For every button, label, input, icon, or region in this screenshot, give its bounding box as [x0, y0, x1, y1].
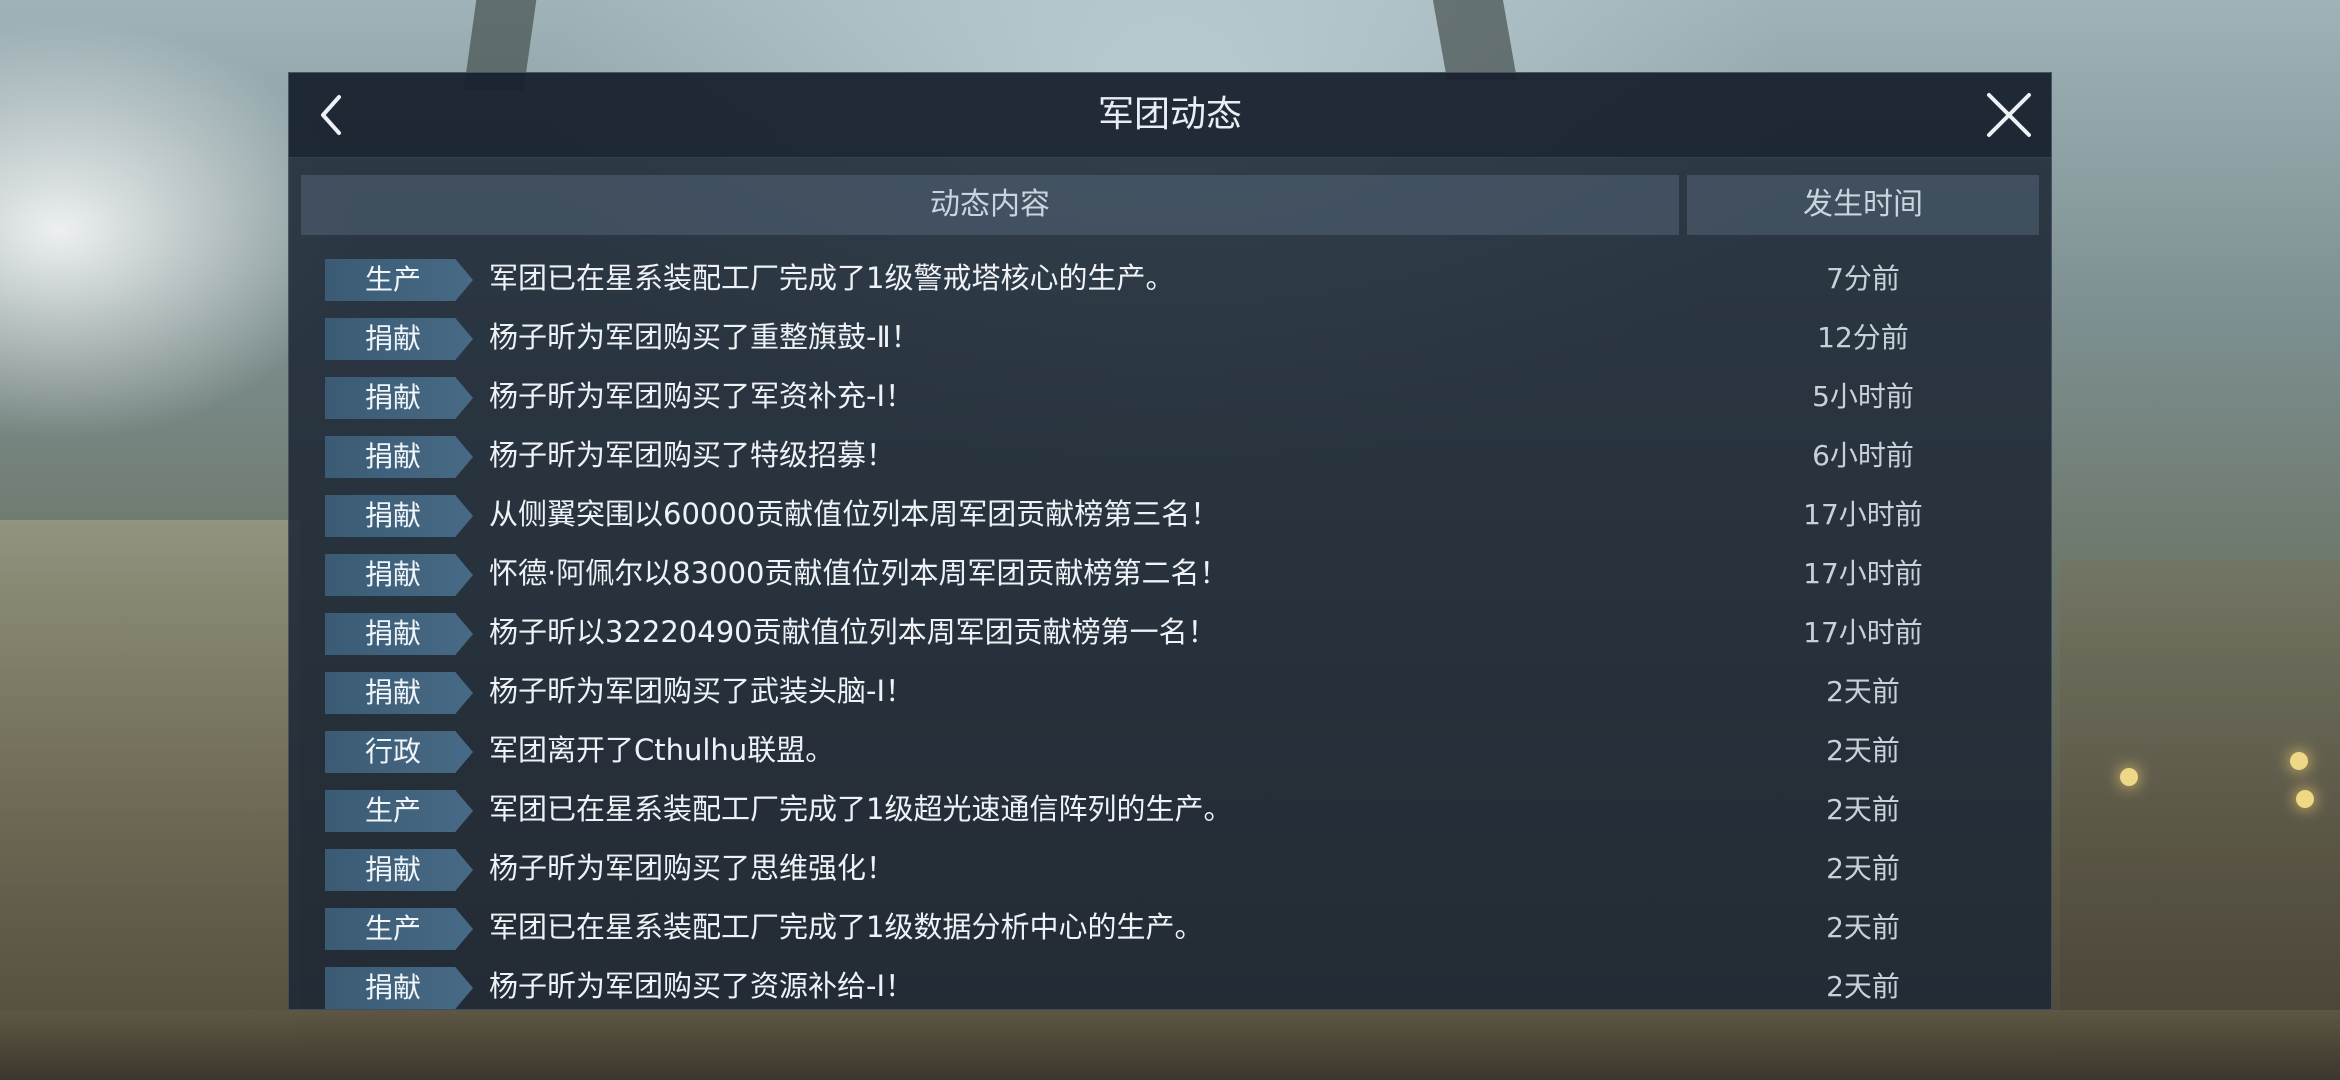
activity-time: 7分前	[1826, 262, 1900, 295]
activity-row: 捐献 杨子昕为军团购买了军资补充-Ⅰ！ 5小时前	[289, 367, 2051, 426]
background-structure	[0, 520, 300, 1080]
activity-row: 捐献 从侧翼突围以60000贡献值位列本周军团贡献榜第三名！ 17小时前	[289, 485, 2051, 544]
activity-row: 捐献 杨子昕为军团购买了重整旗鼓-Ⅱ！ 12分前	[289, 308, 2051, 367]
category-tag: 捐献	[325, 377, 473, 419]
activity-text: 从侧翼突围以60000贡献值位列本周军团贡献榜第三名！	[489, 497, 1220, 531]
background-ground	[0, 1010, 2340, 1080]
category-tag: 捐献	[325, 436, 473, 478]
category-tag: 生产	[325, 908, 473, 950]
activity-text: 军团已在星系装配工厂完成了1级数据分析中心的生产。	[489, 910, 1204, 944]
table-header: 动态内容 发生时间	[301, 175, 2039, 235]
legion-activity-panel: 军团动态 动态内容 发生时间 生产 军团已在星系装配工厂完成了1级警戒塔核心的生…	[288, 72, 2052, 1010]
activity-time: 12分前	[1817, 321, 1909, 354]
background-structure	[2060, 560, 2340, 1080]
column-header-time: 发生时间	[1687, 175, 2039, 235]
activity-text: 杨子昕以32220490贡献值位列本周军团贡献榜第一名！	[489, 615, 1217, 649]
activity-row: 捐献 杨子昕为军团购买了思维强化！ 2天前	[289, 839, 2051, 898]
activity-time: 2天前	[1826, 970, 1900, 1003]
background-light	[2296, 790, 2314, 808]
background-light	[2120, 768, 2138, 786]
activity-time: 17小时前	[1803, 616, 1923, 649]
activity-text: 怀德·阿佩尔以83000贡献值位列本周军团贡献榜第二名！	[489, 556, 1229, 590]
activity-time: 2天前	[1826, 911, 1900, 944]
activity-text: 杨子昕为军团购买了资源补给-Ⅰ！	[489, 969, 915, 1003]
activity-text: 杨子昕为军团购买了重整旗鼓-Ⅱ！	[489, 320, 920, 354]
activity-text: 军团已在星系装配工厂完成了1级警戒塔核心的生产。	[489, 261, 1175, 295]
activity-text: 杨子昕为军团购买了军资补充-Ⅰ！	[489, 379, 915, 413]
background-pillar	[1432, 0, 1518, 80]
activity-row: 行政 军团离开了Cthulhu联盟。 2天前	[289, 721, 2051, 780]
activity-time: 2天前	[1826, 793, 1900, 826]
activity-row: 捐献 杨子昕为军团购买了资源补给-Ⅰ！ 2天前	[289, 957, 2051, 1009]
category-tag: 捐献	[325, 495, 473, 537]
activity-row: 生产 军团已在星系装配工厂完成了1级超光速通信阵列的生产。 2天前	[289, 780, 2051, 839]
column-header-content: 动态内容	[301, 175, 1679, 235]
close-button[interactable]	[1979, 85, 2039, 145]
activity-row: 生产 军团已在星系装配工厂完成了1级数据分析中心的生产。 2天前	[289, 898, 2051, 957]
activity-row: 捐献 怀德·阿佩尔以83000贡献值位列本周军团贡献榜第二名！ 17小时前	[289, 544, 2051, 603]
activity-text: 杨子昕为军团购买了思维强化！	[489, 851, 896, 885]
category-tag: 捐献	[325, 554, 473, 596]
chevron-left-icon	[321, 95, 341, 135]
activity-text: 杨子昕为军团购买了武装头脑-Ⅰ！	[489, 674, 915, 708]
activity-time: 2天前	[1826, 734, 1900, 767]
activity-text: 军团已在星系装配工厂完成了1级超光速通信阵列的生产。	[489, 792, 1233, 826]
category-tag: 捐献	[325, 318, 473, 360]
activity-text: 杨子昕为军团购买了特级招募！	[489, 438, 896, 472]
activity-time: 5小时前	[1812, 380, 1914, 413]
background-light	[2290, 752, 2308, 770]
category-tag: 行政	[325, 731, 473, 773]
category-tag: 捐献	[325, 613, 473, 655]
category-tag: 生产	[325, 790, 473, 832]
activity-time: 2天前	[1826, 852, 1900, 885]
activity-time: 6小时前	[1812, 439, 1914, 472]
category-tag: 捐献	[325, 849, 473, 891]
activity-time: 2天前	[1826, 675, 1900, 708]
activity-time: 17小时前	[1803, 557, 1923, 590]
activity-row: 生产 军团已在星系装配工厂完成了1级警戒塔核心的生产。 7分前	[289, 249, 2051, 308]
category-tag: 捐献	[325, 967, 473, 1009]
activity-row: 捐献 杨子昕为军团购买了特级招募！ 6小时前	[289, 426, 2051, 485]
back-button[interactable]	[303, 85, 363, 145]
close-icon	[1987, 93, 2031, 137]
activity-time: 17小时前	[1803, 498, 1923, 531]
activity-row: 捐献 杨子昕为军团购买了武装头脑-Ⅰ！ 2天前	[289, 662, 2051, 721]
activity-text: 军团离开了Cthulhu联盟。	[489, 733, 835, 767]
activity-row: 捐献 杨子昕以32220490贡献值位列本周军团贡献榜第一名！ 17小时前	[289, 603, 2051, 662]
activity-list[interactable]: 生产 军团已在星系装配工厂完成了1级警戒塔核心的生产。 7分前 捐献 杨子昕为军…	[289, 249, 2051, 1009]
panel-title: 军团动态	[1097, 94, 1242, 135]
category-tag: 生产	[325, 259, 473, 301]
category-tag: 捐献	[325, 672, 473, 714]
